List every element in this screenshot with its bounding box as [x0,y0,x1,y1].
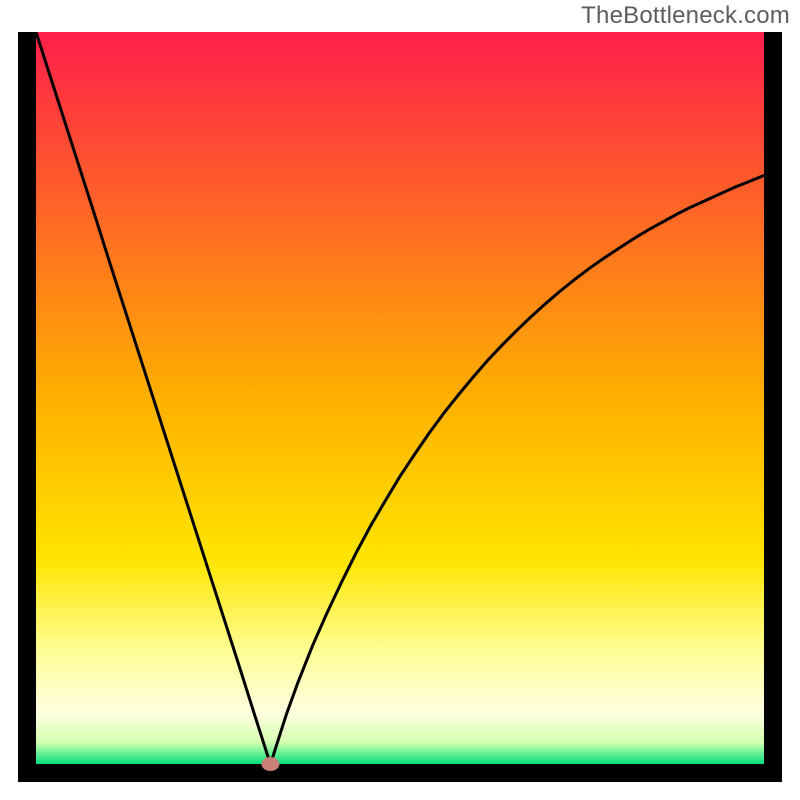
chart-frame: TheBottleneck.com [0,0,800,800]
watermark-label: TheBottleneck.com [581,2,790,30]
plot-area [18,32,782,782]
chart-svg [18,32,782,782]
heat-background [36,32,764,764]
minimum-marker [261,757,279,771]
